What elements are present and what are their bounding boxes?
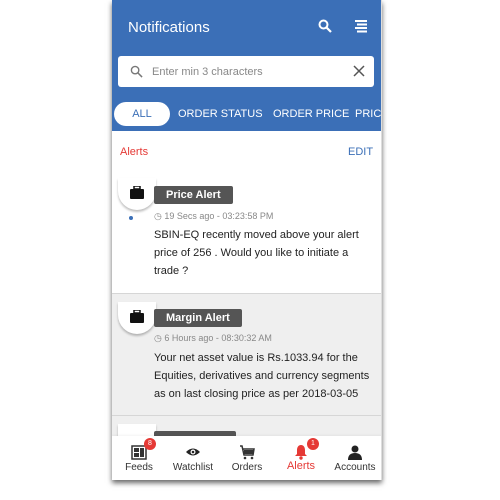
- clear-search-icon[interactable]: [353, 65, 365, 77]
- alert-avatar: [118, 178, 156, 210]
- page-title: Notifications: [128, 19, 210, 36]
- alert-avatar: [118, 302, 156, 334]
- edit-button[interactable]: EDIT: [348, 146, 373, 158]
- tab-order-status[interactable]: ORDER STATUS: [178, 102, 263, 126]
- search-field-icon: [130, 65, 143, 78]
- timestamp: ◷ 19 Secs ago - 03:23:58 PM: [154, 211, 274, 221]
- unread-dot: [129, 216, 133, 220]
- tab-order-price[interactable]: ORDER PRICE: [273, 102, 349, 126]
- bottom-nav: 8 Feeds Watchlist Orders 1 Alerts Accoun…: [112, 436, 381, 480]
- nav-watchlist[interactable]: Watchlist: [166, 436, 220, 480]
- search-icon[interactable]: [318, 19, 332, 38]
- tab-price[interactable]: PRIC: [355, 102, 381, 126]
- feeds-badge: 8: [144, 438, 156, 450]
- eye-icon: [186, 448, 200, 456]
- alert-type-badge: Price Alert: [154, 186, 233, 204]
- notification-item[interactable]: Price Alert ◷ 19 Secs ago - 03:23:58 PM …: [112, 166, 381, 294]
- notification-item[interactable]: Margin Alert ◷ 6 Hours ago - 08:30:32 AM…: [112, 294, 381, 416]
- cart-icon: [240, 445, 255, 460]
- nav-accounts[interactable]: Accounts: [328, 436, 381, 480]
- notification-message: Your net asset value is Rs.1033.94 for t…: [154, 352, 370, 400]
- clock-icon: ◷: [154, 333, 165, 343]
- search-box: [118, 56, 374, 87]
- tab-bar: ALL ORDER STATUS ORDER PRICE PRIC: [112, 102, 381, 126]
- search-input[interactable]: [152, 62, 342, 81]
- section-title: Alerts: [120, 146, 149, 158]
- nav-feeds[interactable]: 8 Feeds: [112, 436, 166, 480]
- clock-icon: ◷: [154, 211, 165, 221]
- nav-orders[interactable]: Orders: [220, 436, 274, 480]
- briefcase-icon: [130, 186, 144, 199]
- app-screen: Notifications ALL ORDER STATUS ORDER PRI…: [112, 0, 382, 480]
- nav-alerts[interactable]: 1 Alerts: [274, 436, 328, 480]
- clear-all-icon[interactable]: [354, 19, 368, 38]
- person-icon: [348, 445, 362, 460]
- alerts-badge: 1: [307, 438, 319, 450]
- briefcase-icon: [130, 310, 144, 323]
- notification-message: SBIN-EQ recently moved above your alert …: [154, 229, 359, 277]
- tab-all[interactable]: ALL: [114, 102, 170, 126]
- timestamp: ◷ 6 Hours ago - 08:30:32 AM: [154, 333, 272, 343]
- app-header: Notifications ALL ORDER STATUS ORDER PRI…: [112, 0, 381, 131]
- alert-type-badge: Margin Alert: [154, 309, 242, 327]
